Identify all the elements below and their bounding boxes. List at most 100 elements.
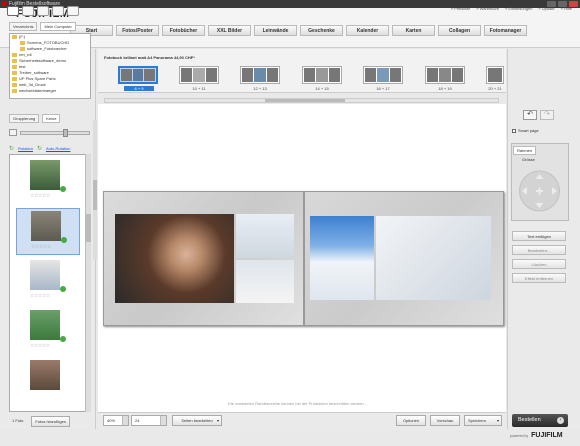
spread-thumbnail[interactable]: [302, 66, 342, 84]
save-button[interactable]: Speichern ▾: [464, 415, 502, 426]
zoom-select[interactable]: 40%: [103, 415, 129, 426]
photo-list-scrollbar[interactable]: [85, 154, 91, 412]
rating-stars[interactable]: ☆☆☆☆☆: [30, 343, 50, 349]
undo-icon[interactable]: ↶: [523, 110, 537, 120]
remove-effect-button[interactable]: Effekt entfernen: [512, 273, 566, 283]
chevron-down-icon: ▾: [496, 418, 499, 423]
folder-tree[interactable]: (F:) Screens_FOTOBUCHD software_Fotobuec…: [9, 33, 91, 99]
folder-icon: [12, 59, 17, 63]
link-update[interactable]: » Update: [538, 6, 554, 11]
photo-list[interactable]: ☆☆☆☆☆ ☆☆☆☆☆ ☆☆☆☆☆ ☆☆☆☆☆: [9, 154, 91, 412]
spread-thumbnail[interactable]: [486, 66, 504, 84]
tab-directory[interactable]: Verzeichnis: [9, 22, 38, 31]
source-tabs: Verzeichnis Mein Computer: [9, 22, 76, 31]
photo-item[interactable]: ☆☆☆☆☆: [16, 308, 80, 355]
photo-snow-angel[interactable]: [376, 216, 491, 300]
photo-item[interactable]: ☆☆☆☆☆: [16, 158, 80, 205]
web-icon[interactable]: [67, 6, 79, 16]
photo-item[interactable]: ☆☆☆☆☆: [16, 258, 80, 305]
photobook-spread[interactable]: [103, 191, 504, 326]
page-strip-scrollbar[interactable]: [104, 98, 499, 103]
rating-stars[interactable]: ☆☆☆☆☆: [31, 244, 51, 250]
monitor-icon[interactable]: [37, 6, 49, 16]
spread-thumbnail[interactable]: [363, 66, 403, 84]
insert-text-button[interactable]: Text einfügen: [512, 231, 566, 241]
thumbnail-size-icon[interactable]: [9, 129, 17, 136]
add-photos-button[interactable]: Fotos hinzufügen: [31, 416, 71, 427]
thumb-photo: [254, 68, 266, 82]
grouping-label[interactable]: Gruppierung: [9, 114, 40, 123]
photo-family-table[interactable]: [115, 214, 234, 303]
canvas-left-scrollbar[interactable]: [93, 120, 97, 260]
camera-icon[interactable]: [7, 6, 19, 16]
used-check-icon: [60, 186, 66, 192]
rotation-bar: ↻ Rotation ↻ Auto-Rotation: [9, 145, 91, 153]
scroll-thumb[interactable]: [93, 180, 97, 210]
size-label: Grösse: [522, 157, 535, 162]
nav-canvas[interactable]: Leinwände: [254, 25, 297, 36]
spread-thumbnail[interactable]: [425, 66, 465, 84]
rating-stars[interactable]: ☆☆☆☆☆: [30, 293, 50, 299]
scroll-thumb[interactable]: [86, 214, 91, 242]
spread-label: 10 + 11: [192, 86, 206, 91]
preview-button[interactable]: Vorschau: [430, 415, 460, 426]
photo-item[interactable]: [16, 358, 80, 405]
spread-label: 16 + 17: [376, 86, 390, 91]
photo-ski-kids-top[interactable]: [236, 214, 294, 258]
folder-icon: [12, 77, 17, 81]
photo-kids-snow-mountain[interactable]: [310, 216, 374, 300]
smart-page-toggle[interactable]: Smart page: [512, 128, 539, 133]
slider-knob[interactable]: [63, 129, 68, 137]
delete-button[interactable]: Löschen: [512, 259, 566, 269]
smart-page-checkbox[interactable]: [512, 128, 516, 133]
thumb-photo: [427, 68, 439, 82]
thumb-photo: [316, 68, 328, 82]
spread-thumbnail[interactable]: [179, 66, 219, 84]
tab-my-computer[interactable]: Mein Computer: [40, 22, 76, 31]
auto-rotation-link[interactable]: Auto-Rotation: [46, 145, 70, 153]
nav-xxl-prints[interactable]: XXL Bilder: [208, 25, 251, 36]
link-price-list[interactable]: » Preisliste: [451, 6, 471, 11]
thumbnail-size-slider[interactable]: [20, 129, 90, 137]
rating-stars[interactable]: ☆☆☆☆☆: [30, 193, 50, 199]
thumb-photo: [389, 68, 401, 82]
link-help[interactable]: » Hilfe: [561, 6, 572, 11]
nav-gifts[interactable]: Geschenke: [300, 25, 343, 36]
folder-item[interactable]: wechseldatentraeger: [10, 88, 90, 94]
source-icons: [7, 6, 79, 16]
scroll-thumb[interactable]: [265, 99, 345, 102]
left-bottom-bar: 1 Foto Fotos hinzufügen: [9, 416, 71, 427]
edit-button[interactable]: Bearbeiten...: [512, 245, 566, 255]
photo-ski-kids-bottom[interactable]: [236, 260, 294, 303]
edit-pages-button[interactable]: Seiten bearbeiten ▾: [172, 415, 222, 426]
nav-calendar[interactable]: Kalender: [346, 25, 389, 36]
photo-item-selected[interactable]: ☆☆☆☆☆: [16, 208, 80, 255]
used-check-icon: [60, 336, 66, 342]
rotation-link[interactable]: Rotation: [18, 145, 33, 153]
position-pad[interactable]: [512, 164, 567, 218]
folder-icon: [12, 65, 17, 69]
link-cart[interactable]: » Warenkorb: [476, 6, 499, 11]
image-icon[interactable]: [22, 6, 34, 16]
rotate-icon: ↻: [9, 146, 15, 152]
grouping-select[interactable]: Keine: [42, 114, 61, 123]
page-select[interactable]: 24: [131, 415, 167, 426]
nav-photo-manager[interactable]: Fotomanager: [484, 25, 527, 36]
folder-icon: [20, 47, 25, 51]
nav-photobooks[interactable]: Fotobücher: [162, 25, 205, 36]
powered-by: powered by FUJIFILM: [510, 432, 563, 439]
arrow-right-icon: ›: [557, 417, 564, 424]
redo-icon[interactable]: ↷: [540, 110, 554, 120]
spread-thumbnail-selected[interactable]: [118, 66, 158, 84]
nav-photos-posters[interactable]: Fotos/Poster: [116, 25, 159, 36]
nav-collages[interactable]: Collagen: [438, 25, 481, 36]
order-button[interactable]: Bestellen ›: [512, 414, 568, 427]
spread-label: 6 + 9: [124, 86, 154, 91]
link-settings[interactable]: » Einstellungen: [505, 6, 532, 11]
thumb-photo: [328, 68, 340, 82]
tab-frame[interactable]: Rahmen: [513, 146, 537, 155]
options-button[interactable]: Optionen: [396, 415, 426, 426]
disc-icon[interactable]: [52, 6, 64, 16]
spread-thumbnail[interactable]: [240, 66, 280, 84]
nav-cards[interactable]: Karten: [392, 25, 435, 36]
